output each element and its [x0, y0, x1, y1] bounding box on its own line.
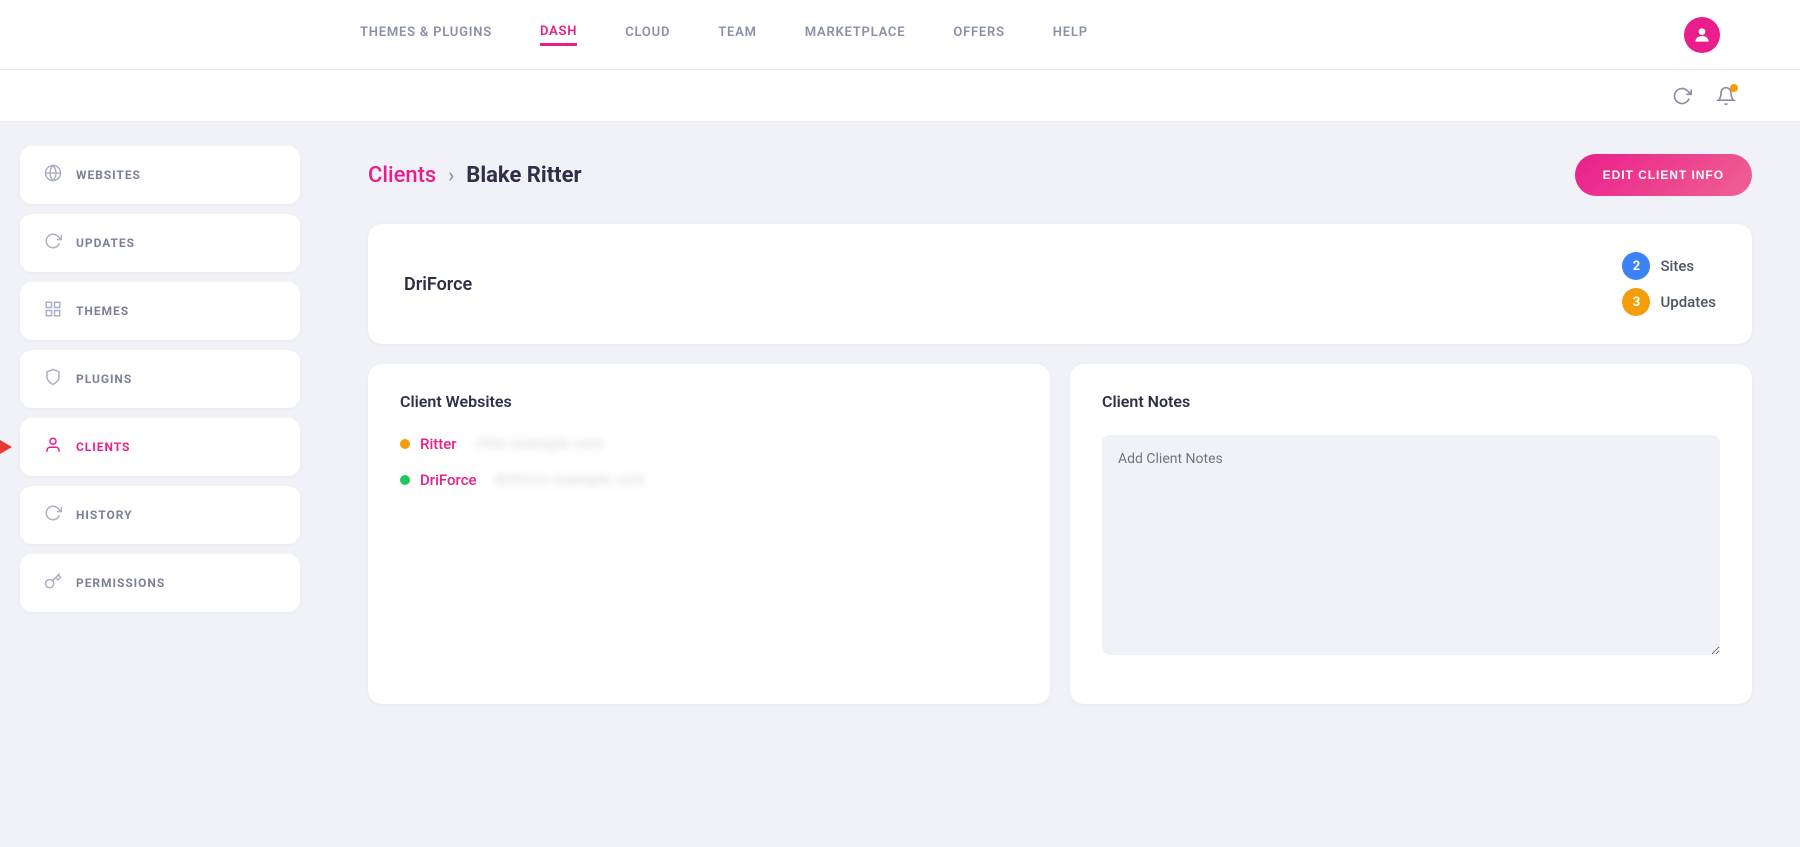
themes-icon — [44, 300, 62, 322]
bell-icon[interactable] — [1712, 82, 1740, 110]
client-notes-title: Client Notes — [1102, 392, 1720, 411]
driforce-name: DriForce — [404, 274, 472, 295]
sidebar-item-history[interactable]: HISTORY — [20, 486, 300, 544]
clients-icon — [44, 436, 62, 458]
ritter-url: ritter.example.com — [475, 436, 604, 452]
sidebar-item-websites-label: WEBSITES — [76, 168, 141, 182]
breadcrumb-current-page: Blake Ritter — [466, 163, 581, 188]
nav-offers[interactable]: OFFERS — [953, 25, 1004, 44]
sites-badge: 2 — [1622, 252, 1650, 280]
globe-icon — [44, 164, 62, 186]
sites-label: Sites — [1660, 257, 1694, 275]
permissions-icon — [44, 572, 62, 594]
sidebar-item-plugins[interactable]: PLUGINS — [20, 350, 300, 408]
nav-team[interactable]: TEAM — [718, 25, 757, 44]
bell-notification-dot — [1730, 84, 1738, 92]
edit-client-button[interactable]: EDIT CLIENT INFO — [1575, 154, 1752, 196]
ritter-status-dot — [400, 439, 410, 449]
history-icon — [44, 504, 62, 526]
toolbar — [0, 70, 1800, 122]
nav-dash[interactable]: DASH — [540, 24, 577, 46]
arrow-indicator — [0, 436, 12, 458]
website-item-driforce: DriForce driforce.example.com — [400, 471, 1018, 489]
stats-group: 2 Sites 3 Updates — [1622, 252, 1716, 316]
sidebar-item-plugins-label: PLUGINS — [76, 372, 132, 386]
sidebar-item-websites[interactable]: WEBSITES — [20, 146, 300, 204]
nav-right — [1684, 17, 1720, 53]
breadcrumb-clients-link[interactable]: Clients — [368, 163, 436, 188]
sidebar-item-history-label: HISTORY — [76, 508, 132, 522]
sidebar-item-themes[interactable]: THEMES — [20, 282, 300, 340]
lower-panels: Client Websites Ritter ritter.example.co… — [368, 364, 1752, 704]
refresh-icon[interactable] — [1668, 82, 1696, 110]
sites-stat-row: 2 Sites — [1622, 252, 1716, 280]
user-avatar[interactable] — [1684, 17, 1720, 53]
nav-themes-plugins[interactable]: THEMES & PLUGINS — [360, 25, 492, 44]
sidebar-item-updates-label: UPDATES — [76, 236, 135, 250]
sidebar-item-clients[interactable]: CLIENTS — [20, 418, 300, 476]
sidebar: WEBSITES UPDATES THEMES PLUGINS — [0, 122, 320, 847]
plugins-icon — [44, 368, 62, 390]
updates-label: Updates — [1660, 293, 1716, 311]
main-content: Clients › Blake Ritter EDIT CLIENT INFO … — [320, 122, 1800, 847]
client-websites-panel: Client Websites Ritter ritter.example.co… — [368, 364, 1050, 704]
updates-badge: 3 — [1622, 288, 1650, 316]
main-layout: WEBSITES UPDATES THEMES PLUGINS — [0, 122, 1800, 847]
client-websites-title: Client Websites — [400, 392, 1018, 411]
nav-cloud[interactable]: CLOUD — [625, 25, 670, 44]
sidebar-clients-wrapper: CLIENTS — [20, 418, 300, 476]
driforce-status-dot — [400, 475, 410, 485]
sidebar-item-permissions[interactable]: PERMISSIONS — [20, 554, 300, 612]
updates-stat-row: 3 Updates — [1622, 288, 1716, 316]
ritter-link[interactable]: Ritter — [420, 435, 457, 453]
nav-items: THEMES & PLUGINS DASH CLOUD TEAM MARKETP… — [360, 24, 1684, 46]
driforce-url: driforce.example.com — [495, 472, 645, 488]
website-item-ritter: Ritter ritter.example.com — [400, 435, 1018, 453]
sidebar-item-permissions-label: PERMISSIONS — [76, 576, 165, 590]
toolbar-icons — [1668, 82, 1740, 110]
top-navigation: THEMES & PLUGINS DASH CLOUD TEAM MARKETP… — [0, 0, 1800, 70]
page-header: Clients › Blake Ritter EDIT CLIENT INFO — [368, 154, 1752, 196]
sidebar-item-themes-label: THEMES — [76, 304, 129, 318]
breadcrumb: Clients › Blake Ritter — [368, 163, 582, 188]
nav-help[interactable]: HELP — [1053, 25, 1088, 44]
sidebar-item-updates[interactable]: UPDATES — [20, 214, 300, 272]
client-notes-panel: Client Notes — [1070, 364, 1752, 704]
driforce-link[interactable]: DriForce — [420, 471, 477, 489]
driforce-section: DriForce 2 Sites 3 Updates — [368, 224, 1752, 344]
updates-icon — [44, 232, 62, 254]
nav-marketplace[interactable]: MARKETPLACE — [805, 25, 906, 44]
client-notes-textarea[interactable] — [1102, 435, 1720, 655]
sidebar-item-clients-label: CLIENTS — [76, 440, 130, 454]
breadcrumb-separator: › — [448, 163, 454, 187]
